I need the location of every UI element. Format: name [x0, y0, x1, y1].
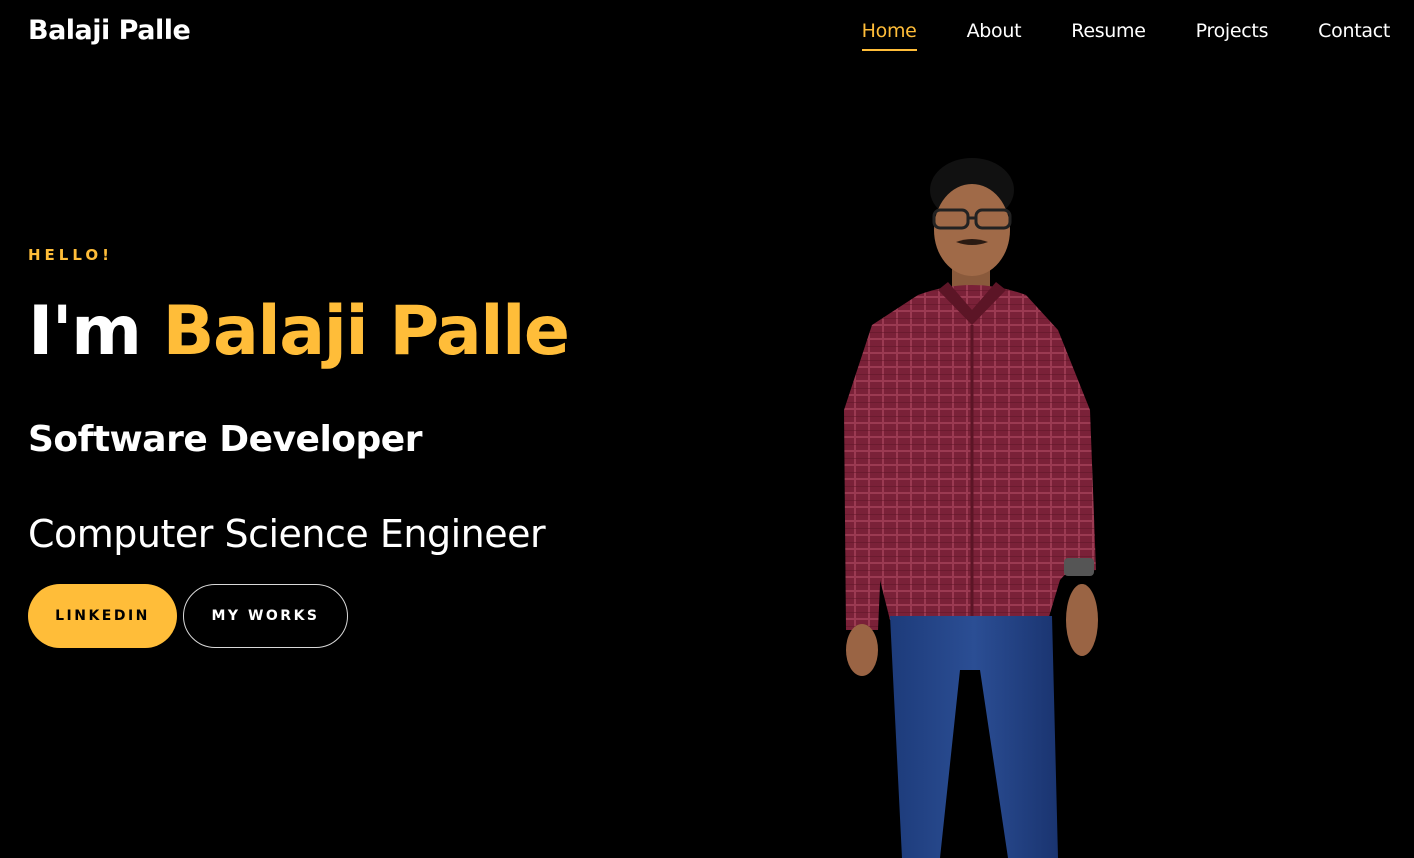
brand-logo[interactable]: Balaji Palle: [28, 15, 191, 46]
nav-item-resume[interactable]: Resume: [1071, 20, 1146, 42]
linkedin-button[interactable]: LINKEDIN: [28, 584, 177, 648]
nav-item-about[interactable]: About: [967, 20, 1022, 42]
hero-section: HELLO! I'm Balaji Palle Software Develop…: [28, 246, 728, 556]
hero-buttons: LINKEDIN MY WORKS: [28, 584, 348, 648]
hero-title-name: Balaji Palle: [162, 292, 570, 371]
site-header: Balaji Palle Home About Resume Projects …: [0, 0, 1414, 70]
hero-greeting: HELLO!: [28, 246, 113, 264]
portfolio-page: Balaji Palle Home About Resume Projects …: [0, 0, 1414, 858]
hero-title: I'm Balaji Palle: [28, 292, 728, 372]
nav-item-projects[interactable]: Projects: [1196, 20, 1269, 42]
main-nav: Home About Resume Projects Contact: [812, 20, 1390, 51]
hero-role: Software Developer: [28, 419, 422, 460]
nav-item-home[interactable]: Home: [861, 20, 917, 51]
hero-title-prefix: I'm: [28, 292, 142, 371]
nav-item-contact[interactable]: Contact: [1318, 20, 1390, 42]
my-works-button[interactable]: MY WORKS: [183, 584, 348, 648]
person-photo: [844, 158, 1098, 858]
hero-subtitle: Computer Science Engineer: [28, 512, 546, 556]
